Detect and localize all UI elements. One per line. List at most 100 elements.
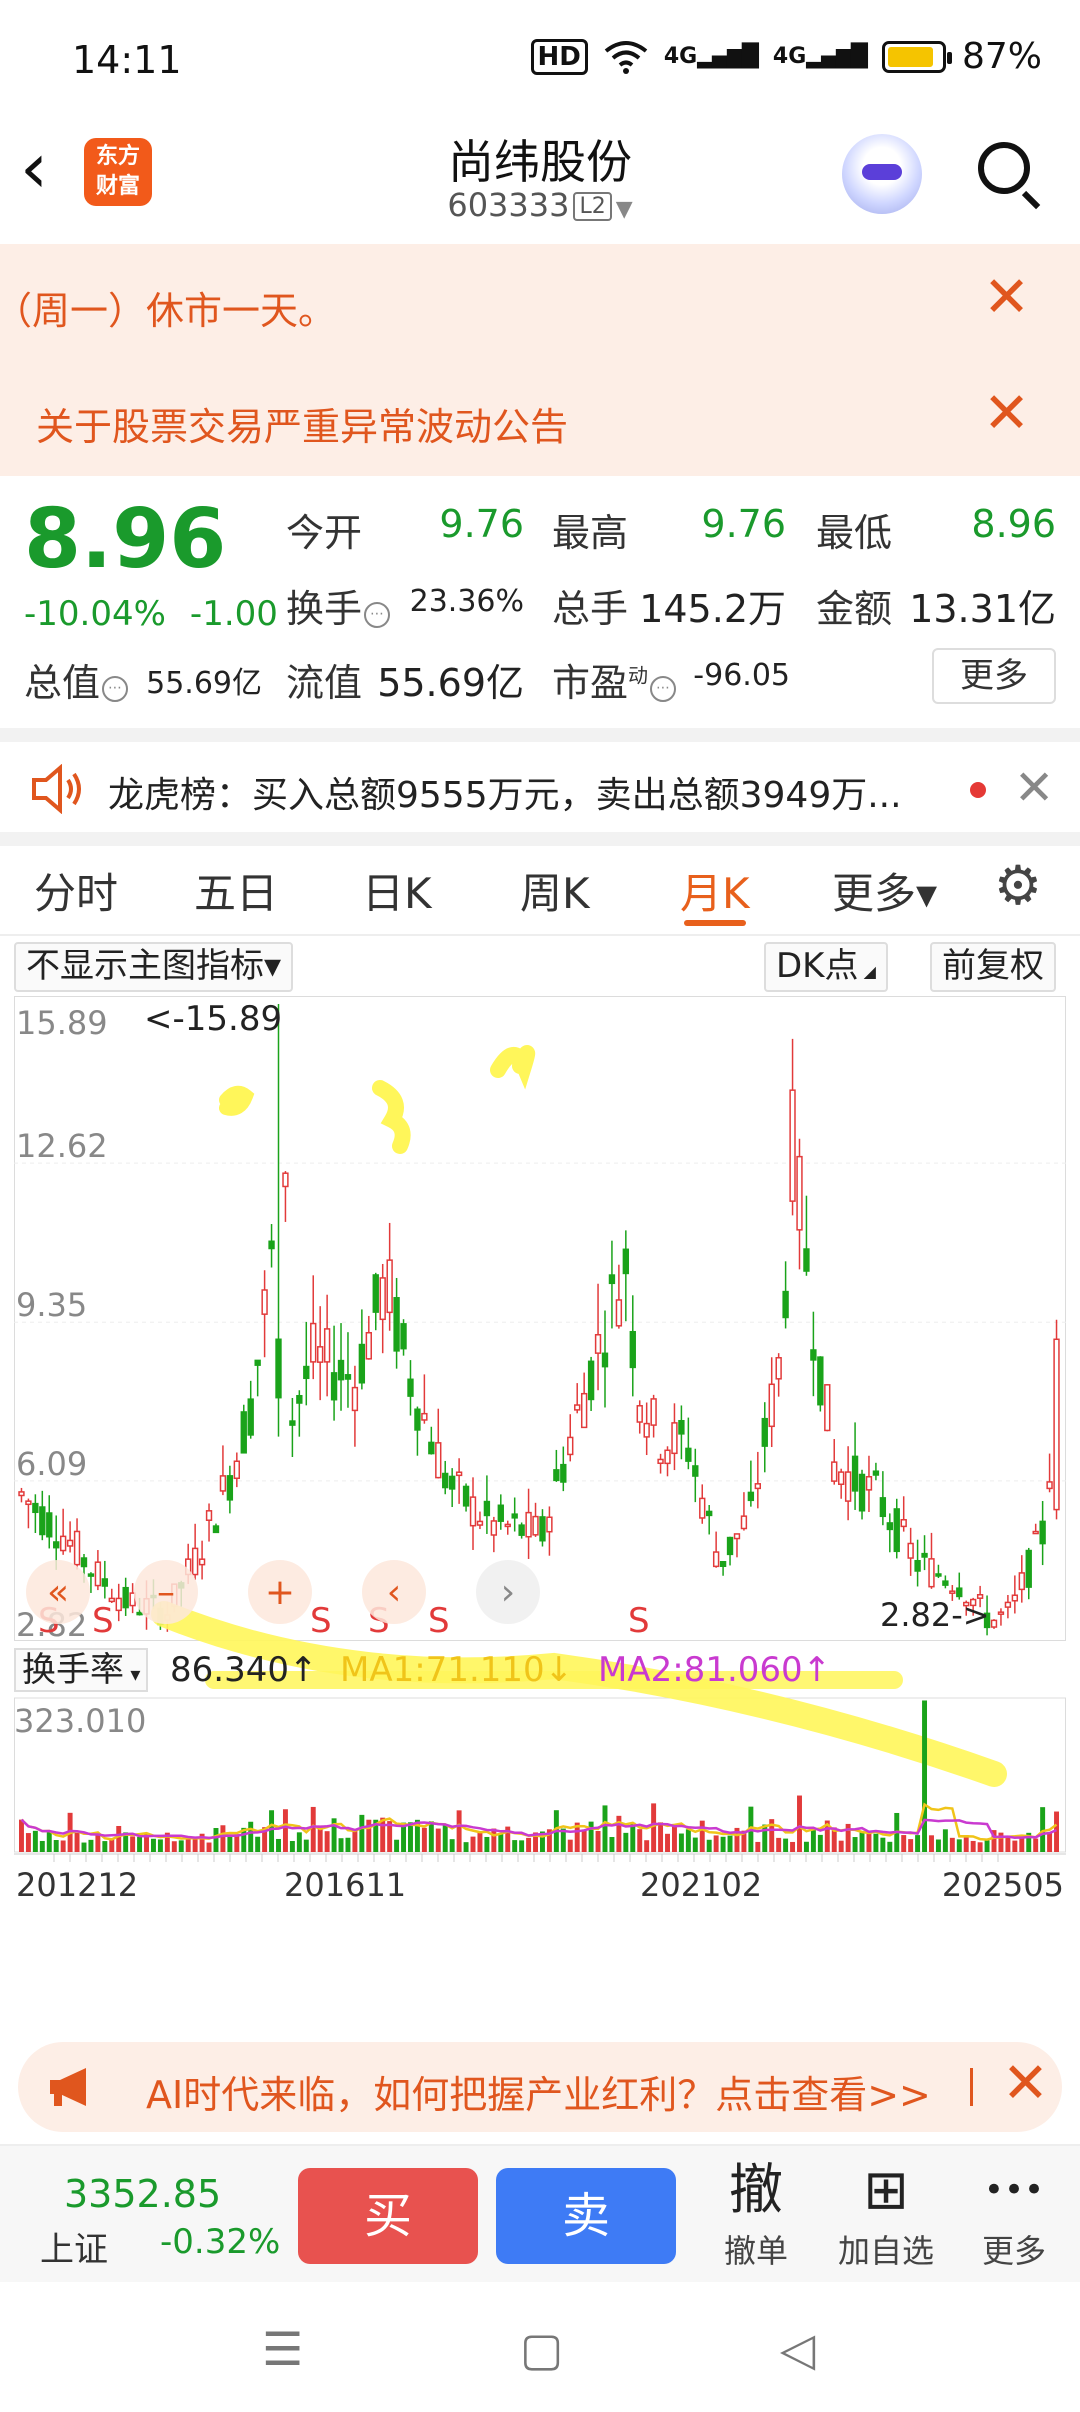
candle-body [699,1497,706,1519]
back-nav-icon[interactable]: ◁ [780,2326,815,2372]
volume-value: 145.2万 [639,587,786,631]
info-icon[interactable]: ⋯ [364,602,391,628]
candle-body [525,1511,532,1538]
kline-chart[interactable]: 15.89 12.62 9.35 6.09 2.82 <-15.89 2.82-> S S S S S… [14,996,1066,2016]
kline-svg[interactable]: 15.8912.629.356.092.82<-15.892.82->S S S S S… [14,996,1066,2016]
close-icon[interactable]: ✕ [983,386,1030,442]
back-icon[interactable]: ‹ [20,133,90,208]
index-change: -0.32% [160,2222,281,2262]
more-quote-button[interactable]: 更多 [932,648,1056,704]
more-button[interactable]: ••• 更多 [954,2158,1074,2272]
buy-button[interactable]: 买 [298,2168,478,2264]
turnover-bar [678,1833,684,1852]
x-axis-label: 201611 [284,1866,406,1904]
turnover-bar [109,1838,115,1852]
status-bar: 14:11 HD 4G▂▄▆█ 4G▂▄▆█ 87% [0,0,1080,120]
dropdown-icon: ▼ [615,197,633,222]
divider [0,728,1080,742]
turnover-bar [963,1835,969,1852]
open-value: 9.76 [439,502,524,546]
candle-body [1053,1338,1060,1511]
ma2-value: MA2:81.060↑ [598,1650,832,1690]
menu-icon[interactable]: ☰ [262,2326,303,2372]
turnover-bar [873,1833,879,1852]
tab-daily-k[interactable]: 日K [362,860,432,921]
tab-weekly-k[interactable]: 周K [520,860,590,921]
candle-body [546,1516,553,1533]
plus-square-icon: ⊞ [863,2158,909,2221]
promo-banner[interactable]: AI时代来临，如何把握产业红利？点击查看>> ✕ [18,2042,1062,2132]
wifi-icon [604,40,648,74]
candle-body [365,1331,372,1360]
pe-value: -96.05 [693,658,790,693]
candle-body [39,1506,46,1536]
turnover-bar [922,1700,928,1852]
low-label: 最低 [816,511,893,555]
candle-body [226,1475,234,1501]
mktcap-label: 总值 ⋯ [24,652,129,707]
dk-point-select[interactable]: DK点 ◢ [764,942,888,992]
ai-assistant-icon[interactable] [842,134,922,214]
candle-body [462,1485,470,1507]
turnover-bar [810,1828,816,1852]
turnover-bar [296,1832,302,1852]
candle-body [1046,1481,1053,1490]
search-icon[interactable] [974,138,1044,210]
tab-monthly-k[interactable]: 月K [680,860,750,921]
home-icon[interactable]: ▢ [520,2326,563,2372]
close-icon[interactable]: ✕ [983,270,1030,326]
candle-body [414,1408,421,1431]
turnover-bar [456,1810,462,1852]
indicator-select[interactable]: 不显示主图指标▾ [14,942,294,992]
dragon-tiger-bar[interactable]: 龙虎榜：买入总额9555万元，卖出总额3949万... ✕ [0,744,1080,836]
info-icon[interactable]: ⋯ [102,676,129,702]
gear-icon[interactable]: ⚙ [990,858,1046,914]
candle-body [191,1547,199,1576]
turnover-bar [463,1842,469,1852]
add-watchlist-button[interactable]: ⊞ 加自选 [826,2158,946,2272]
tab-intraday[interactable]: 分时 [34,860,118,921]
app-logo[interactable]: 东方 财富 [84,138,152,206]
turnover-bar [185,1837,191,1852]
index-value[interactable]: 3352.85 [64,2172,221,2216]
adjust-select[interactable]: 前复权 [930,942,1056,992]
candle-body [587,1360,595,1401]
turnover-bar [380,1817,386,1852]
stock-code-switcher[interactable]: 603333 L2 ▼ [0,186,1080,224]
notice-banner-2[interactable]: 关于股票交易严重异常波动公告 ✕ [0,360,1080,476]
candle-body [622,1248,630,1275]
turnover-bar [665,1833,670,1852]
close-icon[interactable]: ✕ [1014,760,1054,816]
turnover-bar [720,1836,726,1852]
candle-body [831,1461,838,1482]
candle-body [101,1578,109,1587]
info-icon[interactable]: ⋯ [650,676,677,702]
watchlist-label: 加自选 [837,2232,934,2270]
index-name[interactable]: 上证 [40,2222,108,2271]
candle-body [574,1404,581,1411]
sell-button[interactable]: 卖 [496,2168,676,2264]
candle-body [740,1515,748,1530]
chart-tabs: 分时 五日 日K 周K 月K 更多▾ ⚙ [0,846,1080,936]
price-change: -10.04% -1.00 [24,594,278,634]
amount-value: 13.31亿 [909,587,1056,631]
turnover-bar [859,1830,865,1852]
tab-five-day[interactable]: 五日 [194,860,278,921]
notice-banner-1[interactable]: （周一）休市一天。 ✕ [0,244,1080,360]
close-icon[interactable]: ✕ [1002,2054,1049,2114]
candle-body [511,1513,518,1519]
turnover-bar [595,1830,601,1852]
x-axis-label: 202102 [640,1866,762,1904]
turnover-bar [310,1806,316,1852]
app-header: 尚纬股份 603333 L2 ▼ ‹ 东方 财富 [0,120,1080,240]
separator [970,2068,973,2106]
turnover-bar [602,1805,608,1852]
tab-more[interactable]: 更多▾ [832,860,937,921]
candle-body [407,1378,414,1397]
indicator-type-select[interactable]: 换手率 ▾ [14,1648,149,1692]
speaker-icon [32,764,81,814]
cancel-label: 撤单 [723,2232,788,2270]
cancel-order-button[interactable]: 撤 撤单 [696,2158,816,2272]
candle-body [518,1524,525,1536]
candle-body [678,1419,685,1435]
